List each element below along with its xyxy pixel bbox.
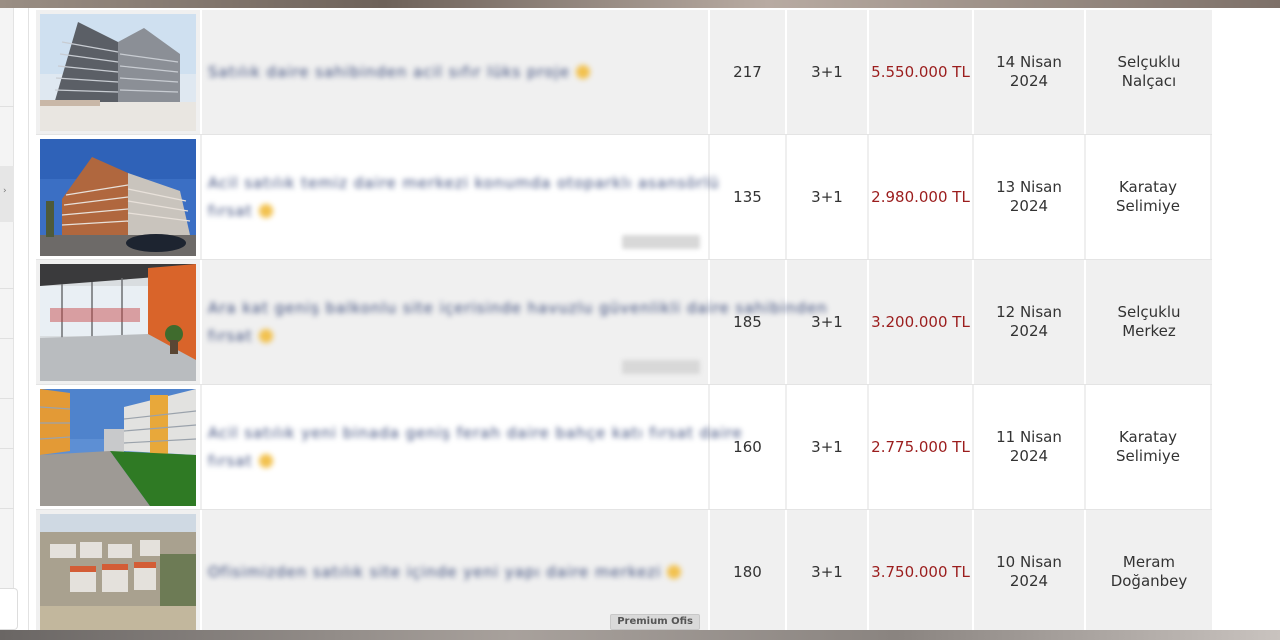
listing-photo[interactable]: [40, 263, 196, 381]
listing-date-day: 12 Nisan: [996, 303, 1062, 321]
listing-title-blurred[interactable]: Satılık daire sahibinden acil sıfır lüks…: [208, 63, 590, 81]
listing-neighborhood: Selimiye: [1116, 447, 1180, 465]
listing-price: 5.550.000 TL: [869, 10, 974, 134]
listing-location: Karatay Selimiye: [1086, 385, 1212, 509]
listing-rooms: 3+1: [787, 385, 869, 509]
listing-title-blurred[interactable]: Acil satılık temiz daire merkezi konumda…: [208, 174, 720, 220]
listing-thumbnail-cell[interactable]: [36, 135, 202, 259]
listing-neighborhood: Nalçacı: [1121, 72, 1177, 90]
star-icon: [575, 65, 590, 79]
star-icon: [258, 204, 273, 218]
listing-rooms: 3+1: [787, 510, 869, 634]
listing-neighborhood: Merkez: [1122, 322, 1176, 340]
listing-title-cell[interactable]: Acil satılık temiz daire merkezi konumda…: [202, 135, 719, 259]
listing-location: Selçuklu Nalçacı: [1086, 10, 1212, 134]
listing-date-year: 2024: [1009, 72, 1049, 90]
listing-title-text-line2[interactable]: fırsat: [208, 452, 253, 470]
listing-district: Meram: [1122, 553, 1176, 571]
listing-thumbnail-cell[interactable]: [36, 510, 202, 634]
listing-title-text-line2[interactable]: fırsat: [208, 327, 253, 345]
table-row[interactable]: Acil satılık temiz daire merkezi konumda…: [36, 135, 1212, 260]
listing-photo[interactable]: [40, 513, 196, 631]
table-row[interactable]: Ofisimizden satılık site içinde yeni yap…: [36, 510, 1212, 635]
star-icon: [667, 565, 682, 579]
background-top: [0, 0, 1280, 8]
listing-date-year: 2024: [1009, 447, 1049, 465]
background-bottom: [0, 630, 1280, 640]
listing-title-text[interactable]: Acil satılık temiz daire merkezi konumda…: [208, 174, 720, 192]
listing-district: Selçuklu: [1117, 303, 1181, 321]
listing-title-text[interactable]: Satılık daire sahibinden acil sıfır lüks…: [208, 63, 570, 81]
listing-location: Selçuklu Merkez: [1086, 260, 1212, 384]
listing-date-year: 2024: [1009, 572, 1049, 590]
sidebar-divider: [0, 338, 14, 339]
table-row[interactable]: Ara kat geniş balkonlu site içerisinde h…: [36, 260, 1212, 385]
listing-neighborhood: Doğanbey: [1110, 572, 1188, 590]
listing-price: 3.200.000 TL: [869, 260, 974, 384]
listing-thumbnail-cell[interactable]: [36, 10, 202, 134]
listing-thumbnail-cell[interactable]: [36, 260, 202, 384]
sidebar-divider: [0, 508, 14, 509]
listing-photo[interactable]: [40, 138, 196, 256]
listing-date: 11 Nisan 2024: [974, 385, 1086, 509]
listing-district: Karatay: [1118, 178, 1178, 196]
left-sidebar: ›: [0, 8, 18, 630]
sidebar-divider: [0, 398, 14, 399]
listing-date-day: 14 Nisan: [996, 53, 1062, 71]
star-icon: [258, 454, 273, 468]
listing-price: 2.980.000 TL: [869, 135, 974, 259]
listing-date: 13 Nisan 2024: [974, 135, 1086, 259]
listing-title-blurred[interactable]: Acil satılık yeni binada geniş ferah dai…: [208, 424, 743, 470]
listing-thumbnail-cell[interactable]: [36, 385, 202, 509]
sidebar-divider: [0, 448, 14, 449]
listing-title-cell[interactable]: Acil satılık yeni binada geniş ferah dai…: [202, 385, 742, 509]
table-row[interactable]: Satılık daire sahibinden acil sıfır lüks…: [36, 10, 1212, 135]
listing-page: › Satılık daire sahibinden acil sıfır lü…: [0, 8, 1280, 635]
sidebar-divider: [0, 106, 14, 107]
listing-rooms: 3+1: [787, 10, 869, 134]
listing-price: 3.750.000 TL: [869, 510, 974, 634]
listing-title-cell[interactable]: Ofisimizden satılık site içinde yeni yap…: [202, 510, 710, 634]
listing-date-day: 13 Nisan: [996, 178, 1062, 196]
listing-title-text[interactable]: Ofisimizden satılık site içinde yeni yap…: [208, 563, 661, 581]
listing-price: 2.775.000 TL: [869, 385, 974, 509]
listing-title-text-line2[interactable]: fırsat: [208, 202, 253, 220]
chevron-right-icon[interactable]: ›: [3, 186, 7, 196]
listing-date: 12 Nisan 2024: [974, 260, 1086, 384]
listing-district: Selçuklu: [1117, 53, 1181, 71]
listing-photo[interactable]: [40, 388, 196, 506]
listing-rooms: 3+1: [787, 135, 869, 259]
listing-neighborhood: Selimiye: [1116, 197, 1180, 215]
sidebar-card[interactable]: [0, 588, 18, 630]
listing-date: 14 Nisan 2024: [974, 10, 1086, 134]
listing-title-cell[interactable]: Ara kat geniş balkonlu site içerisinde h…: [202, 260, 827, 384]
listing-title-blurred[interactable]: Ara kat geniş balkonlu site içerisinde h…: [208, 299, 828, 345]
listing-title-cell[interactable]: Satılık daire sahibinden acil sıfır lüks…: [202, 10, 710, 134]
premium-office-badge: Premium Ofis: [610, 614, 700, 630]
listing-title-blurred[interactable]: Ofisimizden satılık site içinde yeni yap…: [208, 563, 682, 581]
listing-title-text[interactable]: Ara kat geniş balkonlu site içerisinde h…: [208, 299, 828, 317]
listing-date-day: 10 Nisan: [996, 553, 1062, 571]
listing-photo[interactable]: [40, 13, 196, 131]
listing-area: 135: [710, 135, 787, 259]
listing-title-text[interactable]: Acil satılık yeni binada geniş ferah dai…: [208, 424, 743, 442]
listing-location: Meram Doğanbey: [1086, 510, 1212, 634]
star-icon: [258, 329, 273, 343]
content-border: [28, 8, 29, 630]
listing-district: Karatay: [1118, 428, 1178, 446]
table-row[interactable]: Acil satılık yeni binada geniş ferah dai…: [36, 385, 1212, 510]
listing-area: 180: [710, 510, 787, 634]
listing-badge-blurred: [622, 235, 700, 249]
sidebar-divider: [0, 288, 14, 289]
listing-date-year: 2024: [1009, 322, 1049, 340]
listing-date-day: 11 Nisan: [996, 428, 1062, 446]
listing-date-year: 2024: [1009, 197, 1049, 215]
listing-area: 217: [710, 10, 787, 134]
listing-badge-blurred: [622, 360, 700, 374]
listing-date: 10 Nisan 2024: [974, 510, 1086, 634]
listing-location: Karatay Selimiye: [1086, 135, 1212, 259]
